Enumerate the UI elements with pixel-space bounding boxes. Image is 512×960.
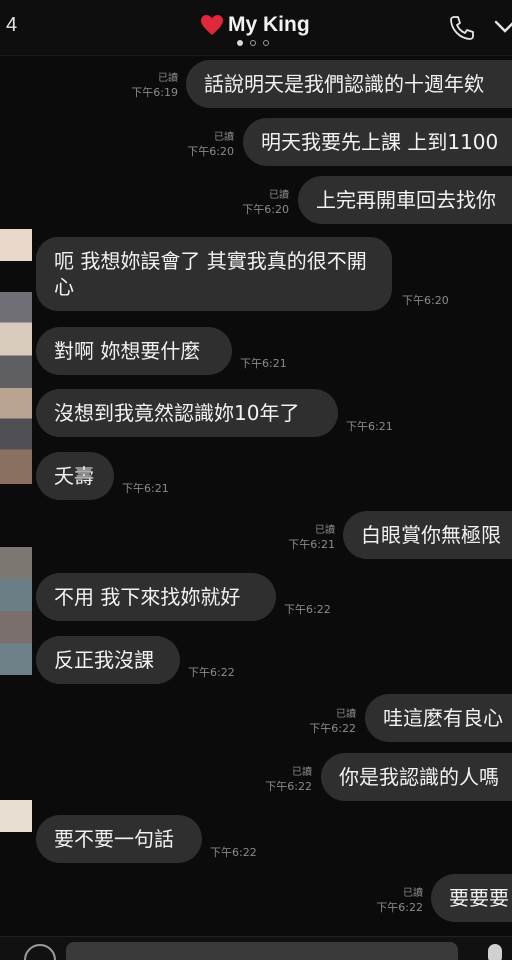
message-time: 下午6:19 — [131, 86, 178, 99]
read-receipt: 已讀 — [158, 73, 178, 84]
incoming-message[interactable]: 呃 我想妳誤會了 其實我真的很不開心 — [36, 237, 392, 311]
message-time: 下午6:22 — [376, 901, 423, 914]
message-meta: 已讀 下午6:20 — [166, 131, 234, 159]
message-input[interactable] — [66, 942, 458, 960]
message-time: 下午6:20 — [402, 294, 449, 307]
page-dot-1 — [237, 40, 243, 46]
message-time: 下午6:22 — [265, 780, 312, 793]
page-dot-2 — [250, 40, 256, 46]
message-meta: 已讀 下午6:21 — [267, 524, 335, 552]
page-dot-3 — [263, 40, 269, 46]
avatar[interactable] — [0, 229, 32, 261]
message-time: 下午6:22 — [284, 603, 331, 616]
chat-title-group[interactable]: My King — [200, 10, 310, 40]
chat-title: My King — [228, 13, 310, 36]
phone-icon[interactable] — [448, 14, 476, 42]
incoming-message[interactable]: 沒想到我竟然認識妳10年了 — [36, 389, 338, 437]
outgoing-message[interactable]: 明天我要先上課 上到1100 — [243, 118, 512, 166]
read-receipt: 已讀 — [315, 525, 335, 536]
outgoing-message[interactable]: 哇這麼有良心 — [365, 694, 512, 742]
message-time: 下午6:21 — [240, 357, 287, 370]
mic-icon[interactable] — [488, 944, 502, 960]
read-receipt: 已讀 — [214, 132, 234, 143]
message-meta: 已讀 下午6:19 — [110, 72, 178, 100]
avatar[interactable] — [0, 547, 32, 675]
message-time: 下午6:22 — [309, 722, 356, 735]
outgoing-message[interactable]: 白眼賞你無極限 — [343, 511, 512, 559]
incoming-message[interactable]: 要不要一句話 — [36, 815, 202, 863]
outgoing-message[interactable]: 上完再開車回去找你 — [298, 176, 512, 224]
read-receipt: 已讀 — [403, 888, 423, 899]
read-receipt: 已讀 — [269, 190, 289, 201]
message-meta: 已讀 下午6:22 — [355, 887, 423, 915]
message-meta: 已讀 下午6:22 — [244, 766, 312, 794]
outgoing-message[interactable]: 要要要 — [431, 874, 512, 922]
read-receipt: 已讀 — [292, 767, 312, 778]
outgoing-message[interactable]: 你是我認識的人嗎 — [321, 753, 512, 801]
back-unread-count[interactable]: 4 — [6, 14, 17, 37]
read-receipt: 已讀 — [336, 709, 356, 720]
heart-icon — [201, 15, 223, 35]
avatar[interactable] — [0, 292, 32, 484]
page-indicator — [237, 40, 269, 46]
message-time: 下午6:22 — [210, 846, 257, 859]
message-time: 下午6:20 — [187, 145, 234, 158]
incoming-message[interactable]: 反正我沒課 — [36, 636, 180, 684]
message-time: 下午6:21 — [288, 538, 335, 551]
incoming-message[interactable]: 夭壽 — [36, 452, 114, 500]
avatar[interactable] — [0, 800, 32, 832]
message-meta: 已讀 下午6:20 — [221, 189, 289, 217]
message-meta: 已讀 下午6:22 — [288, 708, 356, 736]
message-time: 下午6:22 — [188, 666, 235, 679]
incoming-message[interactable]: 對啊 妳想要什麼 — [36, 327, 232, 375]
incoming-message[interactable]: 不用 我下來找妳就好 — [36, 573, 276, 621]
chevron-down-icon[interactable] — [494, 18, 512, 36]
message-time: 下午6:21 — [122, 482, 169, 495]
message-time: 下午6:20 — [242, 203, 289, 216]
message-time: 下午6:21 — [346, 420, 393, 433]
chat-header: 4 My King — [0, 0, 512, 56]
outgoing-message[interactable]: 話說明天是我們認識的十週年欸 — [186, 60, 512, 108]
